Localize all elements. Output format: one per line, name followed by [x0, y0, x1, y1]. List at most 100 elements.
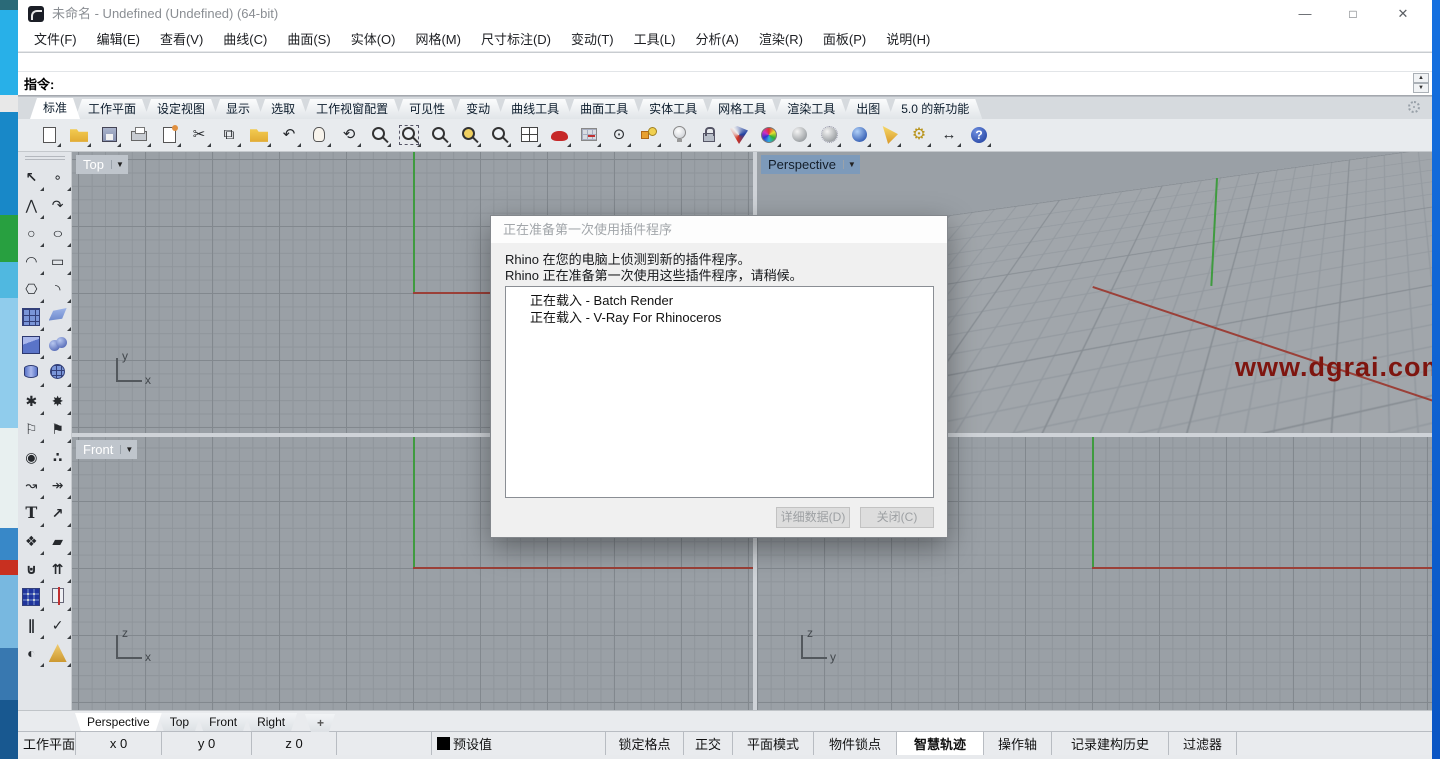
toolbar-tab[interactable]: 设定视图 [144, 99, 218, 119]
array-icon[interactable] [18, 585, 44, 611]
rectangle-icon[interactable]: ▭ [45, 249, 71, 275]
help-icon[interactable]: ? [966, 122, 992, 148]
print-icon[interactable] [126, 122, 152, 148]
mesh-sphere-icon[interactable] [45, 361, 71, 387]
check-icon[interactable]: ✓ [45, 613, 71, 639]
pan-icon[interactable] [306, 122, 332, 148]
chevron-down-icon[interactable]: ▼ [843, 160, 860, 169]
spinner-down-icon[interactable]: ▼ [1413, 83, 1429, 93]
arc-icon[interactable]: ◠ [18, 249, 44, 275]
blocks-icon[interactable]: ❖ [18, 529, 44, 555]
save-icon[interactable] [96, 122, 122, 148]
status-cell[interactable]: 平面模式 [733, 732, 814, 755]
status-cell[interactable]: 操作轴 [984, 732, 1052, 755]
undo-view-change-icon[interactable] [486, 122, 512, 148]
pyramid-icon[interactable] [45, 641, 71, 667]
menu-item[interactable]: 分析(A) [686, 28, 749, 52]
solid-union-icon[interactable]: ⊍ [18, 557, 44, 583]
copy-icon[interactable]: ⧉ [216, 122, 242, 148]
menu-item[interactable]: 网格(M) [405, 28, 471, 52]
zoom-window-icon[interactable] [396, 122, 422, 148]
surface-from-points-icon[interactable] [18, 305, 44, 331]
new-document-icon[interactable] [36, 122, 62, 148]
menu-item[interactable]: 曲线(C) [213, 28, 277, 52]
lock-icon[interactable] [696, 122, 722, 148]
select-pointer-icon[interactable]: ↖ [18, 165, 44, 191]
status-cell[interactable]: 预设值 [432, 732, 606, 755]
explode-burst-icon[interactable]: ✸ [45, 389, 71, 415]
menu-item[interactable]: 渲染(R) [749, 28, 813, 52]
menu-item[interactable]: 文件(F) [24, 28, 87, 52]
curve-blend-icon[interactable]: ◉ [18, 445, 44, 471]
spinner-up-icon[interactable]: ▲ [1413, 73, 1429, 83]
polygon-icon[interactable]: ⎔ [18, 277, 44, 303]
sphere-pair-icon[interactable] [45, 333, 71, 359]
menu-item[interactable]: 变动(T) [561, 28, 624, 52]
undo-icon[interactable]: ↶ [276, 122, 302, 148]
hatch-plane-icon[interactable]: ▰ [45, 529, 71, 555]
named-view-car-icon[interactable] [546, 122, 572, 148]
status-cell[interactable]: 过滤器 [1169, 732, 1237, 755]
command-input[interactable] [58, 74, 1432, 94]
curved-surface-icon[interactable] [45, 305, 71, 331]
ellipse-icon[interactable]: ○ [45, 221, 71, 247]
split-icon[interactable]: ⚑ [45, 417, 71, 443]
toolbar-tab[interactable]: 网格工具 [705, 99, 779, 119]
fillet-curve-icon[interactable]: ◝ [45, 277, 71, 303]
cplane-icon[interactable] [576, 122, 602, 148]
render-icon[interactable] [726, 122, 752, 148]
light-icon[interactable] [666, 122, 692, 148]
toolbar-tab[interactable]: 渲染工具 [774, 99, 848, 119]
menu-item[interactable]: 实体(O) [341, 28, 406, 52]
flow-icon[interactable]: ∥ [18, 613, 44, 639]
chevron-down-icon[interactable]: ▼ [120, 445, 137, 454]
menu-item[interactable]: 查看(V) [150, 28, 213, 52]
toolbar-tab[interactable]: 工作视窗配置 [303, 99, 401, 119]
menu-item[interactable]: 面板(P) [813, 28, 876, 52]
menu-item[interactable]: 工具(L) [624, 28, 686, 52]
status-cell[interactable]: 工作平面 [18, 732, 76, 755]
rotate-view-icon[interactable]: ⟲ [336, 122, 362, 148]
menu-item[interactable]: 曲面(S) [277, 28, 340, 52]
text-icon[interactable]: T [18, 501, 44, 527]
cut-icon[interactable]: ✂ [186, 122, 212, 148]
move-scale-icon[interactable]: ↗ [45, 501, 71, 527]
cylinder-icon[interactable] [18, 361, 44, 387]
status-cell[interactable]: 正交 [684, 732, 733, 755]
dimension-icon[interactable]: ↔ [936, 122, 962, 148]
point-cloud-icon[interactable]: ∴ [45, 445, 71, 471]
split-edge-icon[interactable] [45, 585, 71, 611]
status-cell[interactable]: z 0 [252, 732, 337, 755]
gear-icon[interactable] [1408, 101, 1420, 113]
paste-icon[interactable] [246, 122, 272, 148]
export-notes-icon[interactable] [156, 122, 182, 148]
zoom-extents-icon[interactable] [426, 122, 452, 148]
toolbar-tab[interactable]: 可见性 [396, 99, 458, 119]
viewport-tab[interactable]: Right [245, 713, 297, 731]
ghosted-viewport-icon[interactable] [816, 122, 842, 148]
dialog-close-button[interactable]: 关闭(C) [860, 507, 934, 528]
zoom-selected-icon[interactable] [456, 122, 482, 148]
object-properties-icon[interactable] [636, 122, 662, 148]
explode-puzzle-icon[interactable]: ✱ [18, 389, 44, 415]
status-cell[interactable]: 记录建构历史 [1052, 732, 1169, 755]
control-point-curve-icon[interactable]: ↷ [45, 193, 71, 219]
status-cell[interactable]: 锁定格点 [606, 732, 684, 755]
toolbar-tab[interactable]: 工作平面 [75, 99, 149, 119]
toolbar-tab[interactable]: 标准 [30, 98, 80, 119]
toolbar-tab[interactable]: 5.0 的新功能 [888, 99, 982, 119]
circle-icon[interactable]: ○ [18, 221, 44, 247]
rendered-viewport-icon[interactable] [846, 122, 872, 148]
status-cell[interactable]: y 0 [162, 732, 252, 755]
trim-icon[interactable]: ⚐ [18, 417, 44, 443]
ortho-circle-icon[interactable]: ⊙ [606, 122, 632, 148]
viewport-tab[interactable]: Top [158, 713, 201, 731]
status-cell[interactable]: 智慧轨迹 [897, 732, 984, 755]
toolbar-tab[interactable]: 曲面工具 [567, 99, 641, 119]
menu-item[interactable]: 说明(H) [876, 28, 940, 52]
toolbar-tab[interactable]: 显示 [213, 99, 263, 119]
sidebar-grip[interactable] [25, 156, 65, 160]
boolean-icon[interactable]: ◐ [18, 641, 44, 667]
status-cell[interactable]: x 0 [76, 732, 162, 755]
color-wheel-icon[interactable] [756, 122, 782, 148]
